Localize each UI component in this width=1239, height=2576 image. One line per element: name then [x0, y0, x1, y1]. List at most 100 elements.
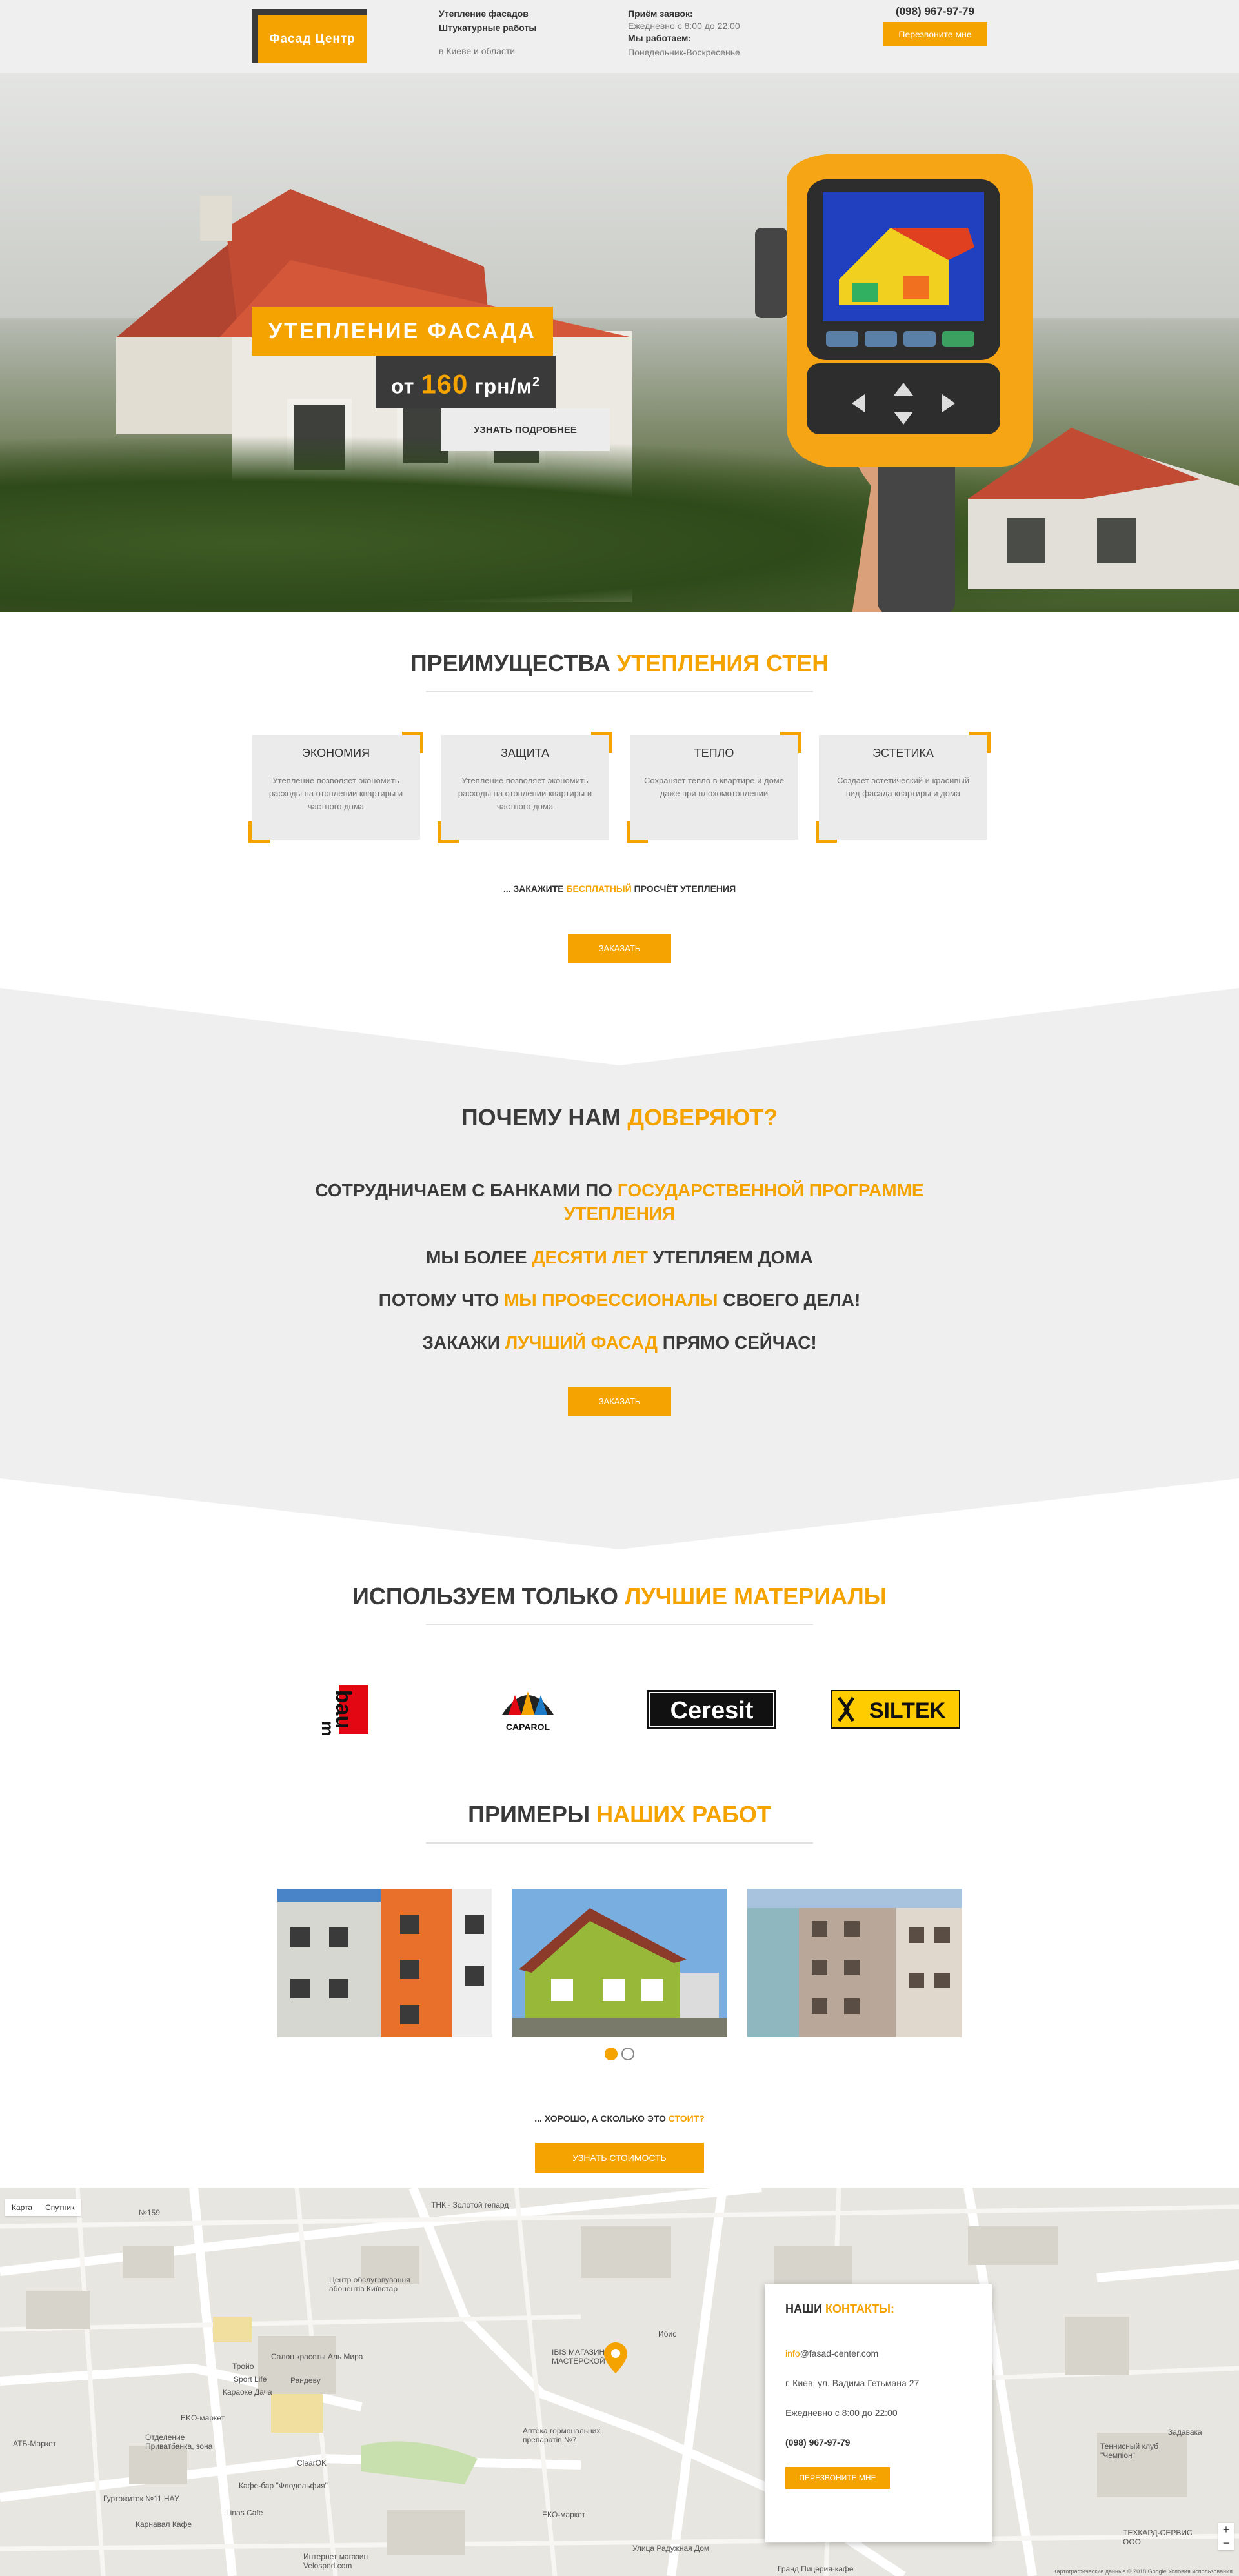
card-text: Утепление позволяет экономить расходы на…	[458, 776, 592, 811]
works-section: Примеры наших работ ... ХОРОШО, А СКОЛЬК…	[0, 1801, 1239, 2201]
map-zoom-control: + −	[1218, 2523, 1234, 2550]
region-text: в Киеве и области	[439, 46, 516, 56]
contacts-card: Наши контакты: info@fasad-center.com г. …	[765, 2284, 992, 2542]
work-photo-green-house[interactable]	[512, 1889, 727, 2037]
callback-button[interactable]: Перезвоните мне	[883, 22, 987, 46]
advantage-card: ЭСТЕТИКА Создает эстетический и красивый …	[816, 732, 991, 843]
hero-title: утепление фасада	[252, 307, 553, 356]
contact-phone[interactable]: (098) 967-97-79	[785, 2437, 971, 2448]
services-block: Утепление фасадов Штукатурные работы в К…	[439, 6, 536, 58]
map-section[interactable]: Карта Спутник ТНК - Золотой гепард Центр …	[0, 2188, 1239, 2576]
free-estimate-note: ... ЗАКАЖИТЕ БЕСПЛАТНЫЙ ПРОСЧЁТ УТЕПЛЕНИ…	[503, 883, 736, 894]
work-value: Понедельник-Воскресенье	[628, 47, 740, 57]
hours-block: Приём заявок: Ежедневно с 8:00 до 22:00 …	[628, 6, 740, 59]
trust-line: Закажи лучший фасад прямо сейчас!	[422, 1333, 817, 1353]
contact-hours: Ежедневно с 8:00 до 22:00	[785, 2408, 898, 2418]
works-title: Примеры наших работ	[468, 1801, 771, 1827]
trust-line: Мы более десяти лет утепляем дома	[426, 1247, 813, 1267]
order-button[interactable]: ЗАКАЗАТЬ	[568, 1387, 671, 1416]
map-label: ТЕХКАРД-СЕРВИС ООО	[1123, 2528, 1193, 2546]
contact-email[interactable]: info@fasad-center.com	[785, 2348, 971, 2359]
map-pin-icon[interactable]	[604, 2342, 627, 2373]
map-label: Карнавал Кафе	[136, 2520, 192, 2529]
ceresit-logo: Ceresit	[647, 1682, 776, 1736]
map-attribution: Картографические данные © 2018 Google Ус…	[1053, 2568, 1233, 2575]
work-photo-highrise-orange[interactable]	[277, 1889, 492, 2037]
hours-title: Приём заявок:	[628, 8, 693, 19]
cost-note: ... ХОРОШО, А СКОЛЬКО ЭТО СТОИТ?	[534, 2113, 705, 2124]
header-phone[interactable]: (098) 967-97-79	[883, 5, 987, 18]
works-gallery	[0, 1889, 1239, 2037]
brand-logos: bau mit CAPAROL Ceresit SILTEK	[252, 1682, 987, 1736]
satellite-view-button[interactable]: Спутник	[39, 2199, 81, 2216]
caparol-logo: CAPAROL	[463, 1682, 592, 1736]
get-price-button[interactable]: УЗНАТЬ СТОИМОСТЬ	[535, 2143, 704, 2173]
card-title: ТЕПЛО	[694, 747, 734, 760]
contacts-title: Наши контакты:	[785, 2302, 894, 2315]
card-text: Утепление позволяет экономить расходы на…	[268, 776, 403, 811]
materials-title: Используем только лучшие материалы	[352, 1583, 887, 1609]
map-view-button[interactable]: Карта	[5, 2199, 39, 2216]
materials-section: Используем только лучшие материалы bau mi…	[0, 1549, 1239, 1801]
learn-more-button[interactable]: Узнать подробнее	[441, 408, 610, 451]
card-text: Создает эстетический и красивый вид фаса…	[837, 776, 969, 798]
hours-value: Ежедневно с 8:00 до 22:00	[628, 21, 740, 31]
map-canvas[interactable]	[0, 2188, 1239, 2576]
advantage-card: ЗАЩИТА Утепление позволяет экономить расх…	[438, 732, 612, 843]
map-label: Аптека гормональних препаратів №7	[523, 2426, 601, 2444]
service-facade: Утепление фасадов	[439, 8, 529, 19]
trust-title: Почему нам доверяют?	[461, 1104, 778, 1131]
price-sup: 2	[532, 375, 541, 389]
advantage-cards: ЭКОНОМИЯ Утепление позволяет экономить ра…	[0, 732, 1239, 843]
map-label: Теннисный клуб "Чемпіон"	[1100, 2442, 1158, 2460]
svg-text:CAPAROL: CAPAROL	[505, 1722, 550, 1732]
header-contact: (098) 967-97-79 Перезвоните мне	[883, 5, 987, 46]
svg-text:SILTEK: SILTEK	[869, 1698, 945, 1723]
gallery-dot-2[interactable]	[621, 2048, 634, 2060]
map-label: Ибис	[658, 2329, 677, 2339]
service-plaster: Штукатурные работы	[439, 23, 537, 33]
map-label: Отделение Приватбанка, зона	[145, 2433, 213, 2451]
divider	[426, 1842, 813, 1844]
map-type-toggle: Карта Спутник	[5, 2199, 81, 2216]
thermal-camera-image	[755, 154, 1032, 612]
siltek-logo: SILTEK	[831, 1682, 960, 1736]
logo[interactable]: Фасад Центр	[252, 9, 367, 63]
zoom-in-icon[interactable]: +	[1218, 2523, 1234, 2537]
map-label: Гуртожиток №11 НАУ	[103, 2494, 179, 2503]
gallery-dot-1[interactable]	[605, 2048, 618, 2060]
advantage-card: ТЕПЛО Сохраняет тепло в квартире и доме д…	[627, 732, 801, 843]
map-label: ТНК - Золотой гепард	[431, 2200, 509, 2209]
map-label: Кафе-бар "Флодельфия"	[239, 2481, 328, 2490]
map-label: Улица Радужная Дом	[632, 2544, 710, 2553]
baumit-logo: bau mit	[279, 1682, 408, 1736]
trust-line: Сотрудничаем с банками по государственно…	[315, 1180, 924, 1223]
map-label: Караоке Дача	[223, 2388, 272, 2397]
zoom-out-icon[interactable]: −	[1218, 2537, 1234, 2550]
advantage-card: ЭКОНОМИЯ Утепление позволяет экономить ра…	[248, 732, 423, 843]
contact-address: г. Киев, ул. Вадима Гетьмана 27	[785, 2378, 920, 2388]
map-label: Linas Cafe	[226, 2508, 263, 2517]
map-label: Интернет магазин Velosped.com	[303, 2552, 368, 2570]
price-unit: грн/м	[474, 374, 533, 398]
card-title: ЭКОНОМИЯ	[301, 747, 370, 760]
logo-text: Фасад Центр	[258, 15, 367, 63]
hero-slider: утепление фасада от 160 грн/м2 Узнать по…	[0, 73, 1239, 612]
work-title: Мы работаем:	[628, 33, 691, 43]
contact-callback-button[interactable]: ПЕРЕЗВОНИТЕ МНЕ	[785, 2467, 890, 2489]
map-label: Рандеву	[290, 2376, 321, 2385]
divider	[426, 691, 813, 692]
map-label: Sport Life	[234, 2375, 267, 2384]
advantages-title: Преимущества утепления стен	[410, 650, 829, 676]
map-label: Центр обслуговування абонентів Київстар	[329, 2275, 410, 2293]
trust-section: Почему нам доверяют? Сотрудничаем с банк…	[0, 988, 1239, 1549]
work-photo-tower[interactable]	[747, 1889, 962, 2037]
order-button[interactable]: ЗАКАЗАТЬ	[568, 934, 671, 963]
map-label: ATБ-Маркет	[13, 2439, 56, 2448]
map-label: Салон красоты Аль Мира	[271, 2352, 363, 2361]
svg-text:Ceresit: Ceresit	[670, 1697, 753, 1724]
map-label: ЕКО-маркет	[542, 2510, 585, 2519]
map-label: EKO-маркет	[181, 2413, 225, 2422]
card-title: ЭСТЕТИКА	[872, 747, 934, 760]
map-label: Тройо	[232, 2362, 254, 2371]
